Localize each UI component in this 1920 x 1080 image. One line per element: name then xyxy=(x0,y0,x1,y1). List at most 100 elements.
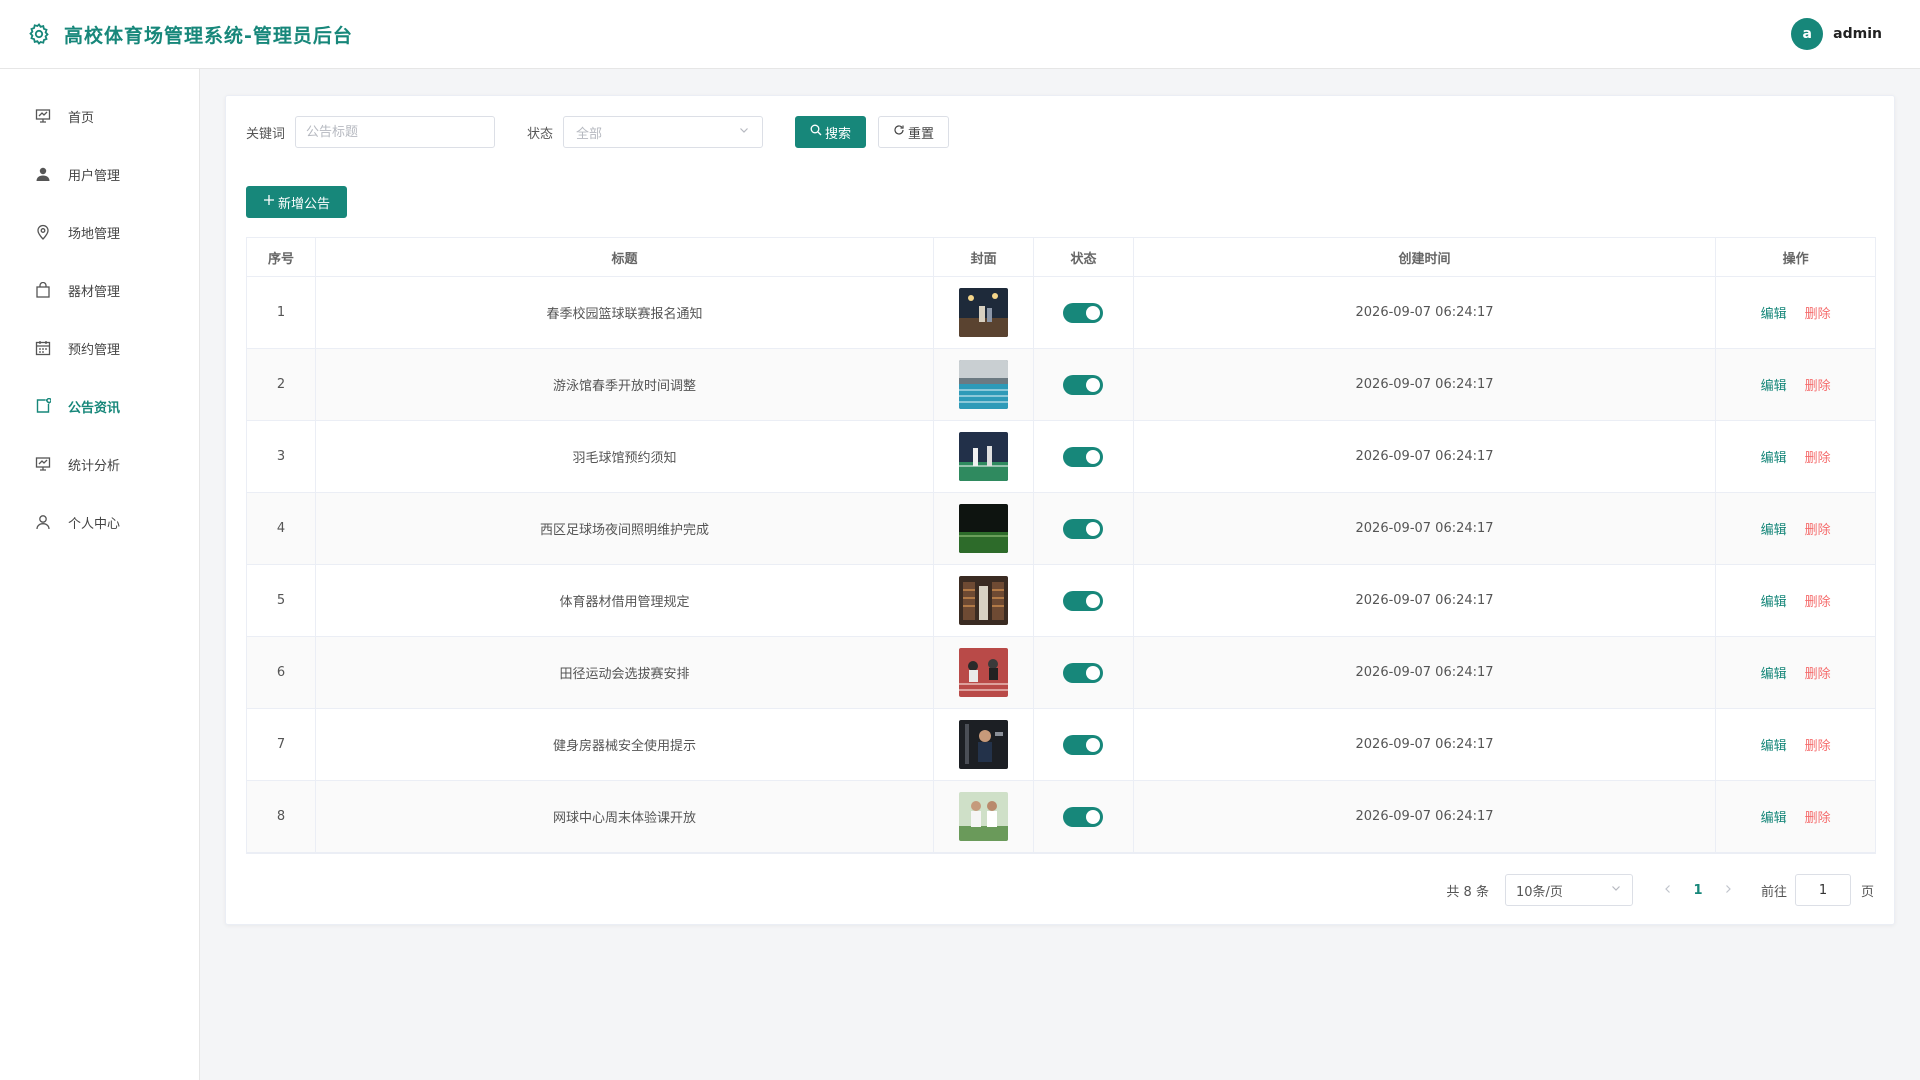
cover-thumbnail[interactable] xyxy=(959,360,1009,409)
add-notice-label: 新增公告 xyxy=(278,196,331,212)
edit-link[interactable]: 编辑 xyxy=(1761,591,1787,610)
edit-link[interactable]: 编辑 xyxy=(1761,735,1787,754)
status-toggle[interactable] xyxy=(1063,374,1104,395)
edit-link[interactable]: 编辑 xyxy=(1761,375,1787,394)
cover-cell xyxy=(934,493,1035,564)
cover-thumbnail[interactable] xyxy=(959,288,1009,337)
page-number[interactable]: 1 xyxy=(1683,883,1713,898)
edit-link[interactable]: 编辑 xyxy=(1761,663,1787,682)
next-page-icon[interactable] xyxy=(1713,882,1743,898)
row-created: 2026-09-07 06:24:17 xyxy=(1134,709,1717,780)
edit-link[interactable]: 编辑 xyxy=(1761,807,1787,826)
sidebar-item-equipment[interactable]: 器材管理 xyxy=(0,261,199,319)
status-toggle[interactable] xyxy=(1063,590,1104,611)
row-created: 2026-09-07 06:24:17 xyxy=(1134,493,1717,564)
column-header: 创建时间 xyxy=(1134,238,1717,276)
plus-icon xyxy=(263,194,278,210)
status-toggle[interactable] xyxy=(1063,662,1104,683)
cover-thumbnail[interactable] xyxy=(959,432,1009,481)
username[interactable]: admin xyxy=(1833,26,1882,42)
status-cell xyxy=(1034,781,1134,852)
keyword-label: 关键词 xyxy=(246,126,286,142)
table-row: 2 游泳馆春季开放时间调整 2026-09-07 06:24:17 编辑 删除 xyxy=(247,349,1875,421)
actions-cell: 编辑 删除 xyxy=(1716,637,1875,708)
avatar[interactable]: a xyxy=(1791,18,1824,50)
table-row: 3 羽毛球馆预约须知 2026-09-07 06:24:17 编辑 删除 xyxy=(247,421,1875,493)
row-created: 2026-09-07 06:24:17 xyxy=(1134,421,1717,492)
cover-cell xyxy=(934,565,1035,636)
cover-thumbnail[interactable] xyxy=(959,648,1009,697)
cover-thumbnail[interactable] xyxy=(959,720,1009,769)
reset-button[interactable]: 重置 xyxy=(878,116,950,148)
actions-cell: 编辑 删除 xyxy=(1716,781,1875,852)
delete-link[interactable]: 删除 xyxy=(1805,591,1831,610)
edit-link[interactable]: 编辑 xyxy=(1761,519,1787,538)
delete-link[interactable]: 删除 xyxy=(1805,735,1831,754)
filter-bar: 关键词 状态 全部 搜索 重置 xyxy=(246,116,950,148)
keyword-input[interactable] xyxy=(295,116,496,148)
chart-icon xyxy=(34,455,52,473)
row-created: 2026-09-07 06:24:17 xyxy=(1134,781,1717,852)
pagination: 共 8 条 10条/页 1 前往 页 xyxy=(1446,874,1874,906)
user-icon xyxy=(34,165,52,183)
status-cell xyxy=(1034,493,1134,564)
search-icon xyxy=(810,124,825,140)
row-index: 1 xyxy=(247,277,316,348)
row-index: 2 xyxy=(247,349,316,420)
chevron-down-icon xyxy=(738,124,750,140)
actions-cell: 编辑 删除 xyxy=(1716,421,1875,492)
goto-page-input[interactable] xyxy=(1794,874,1851,906)
row-index: 5 xyxy=(247,565,316,636)
delete-link[interactable]: 删除 xyxy=(1805,447,1831,466)
sidebar-item-label: 用户管理 xyxy=(68,168,121,184)
search-button[interactable]: 搜索 xyxy=(795,116,867,148)
delete-link[interactable]: 删除 xyxy=(1805,303,1831,322)
sidebar: 首页 用户管理 场地管理 器材管理 预约管理 公告资讯 统计分析 个人中心 xyxy=(0,69,200,1080)
row-title: 羽毛球馆预约须知 xyxy=(316,421,935,492)
edit-link[interactable]: 编辑 xyxy=(1761,447,1787,466)
cover-cell xyxy=(934,709,1035,780)
calendar-icon xyxy=(34,339,52,357)
actions-cell: 编辑 删除 xyxy=(1716,565,1875,636)
row-index: 4 xyxy=(247,493,316,564)
sidebar-item-bookings[interactable]: 预约管理 xyxy=(0,319,199,377)
delete-link[interactable]: 删除 xyxy=(1805,519,1831,538)
cover-thumbnail[interactable] xyxy=(959,792,1009,841)
sidebar-item-statistics[interactable]: 统计分析 xyxy=(0,435,199,493)
page-size-select[interactable]: 10条/页 xyxy=(1504,874,1633,906)
cover-thumbnail[interactable] xyxy=(959,576,1009,625)
status-toggle[interactable] xyxy=(1063,806,1104,827)
status-cell xyxy=(1034,637,1134,708)
row-title: 田径运动会选拔赛安排 xyxy=(316,637,935,708)
status-toggle[interactable] xyxy=(1063,734,1104,755)
actions-cell: 编辑 删除 xyxy=(1716,709,1875,780)
status-label: 状态 xyxy=(527,126,554,142)
delete-link[interactable]: 删除 xyxy=(1805,663,1831,682)
table-row: 7 健身房器械安全使用提示 2026-09-07 06:24:17 编辑 删除 xyxy=(247,709,1875,781)
status-cell xyxy=(1034,421,1134,492)
status-toggle[interactable] xyxy=(1063,446,1104,467)
user-menu[interactable]: a admin xyxy=(1791,18,1882,50)
sidebar-item-profile[interactable]: 个人中心 xyxy=(0,493,199,551)
sidebar-item-venues[interactable]: 场地管理 xyxy=(0,203,199,261)
content-card: 关键词 状态 全部 搜索 重置 新增公告 序号 xyxy=(225,95,1895,925)
status-select[interactable]: 全部 xyxy=(563,116,764,148)
edit-link[interactable]: 编辑 xyxy=(1761,303,1787,322)
row-created: 2026-09-07 06:24:17 xyxy=(1134,637,1717,708)
status-toggle[interactable] xyxy=(1063,518,1104,539)
sidebar-item-users[interactable]: 用户管理 xyxy=(0,145,199,203)
actions-cell: 编辑 删除 xyxy=(1716,493,1875,564)
status-toggle[interactable] xyxy=(1063,302,1104,323)
cover-thumbnail[interactable] xyxy=(959,504,1009,553)
delete-link[interactable]: 删除 xyxy=(1805,807,1831,826)
prev-page-icon[interactable] xyxy=(1653,882,1683,898)
add-notice-button[interactable]: 新增公告 xyxy=(246,186,348,218)
delete-link[interactable]: 删除 xyxy=(1805,375,1831,394)
cover-cell xyxy=(934,421,1035,492)
actions-cell: 编辑 删除 xyxy=(1716,349,1875,420)
sidebar-item-home[interactable]: 首页 xyxy=(0,87,199,145)
sidebar-item-label: 个人中心 xyxy=(68,516,121,532)
sidebar-item-label: 公告资讯 xyxy=(68,400,121,416)
sidebar-item-notices[interactable]: 公告资讯 xyxy=(0,377,199,435)
status-cell xyxy=(1034,565,1134,636)
